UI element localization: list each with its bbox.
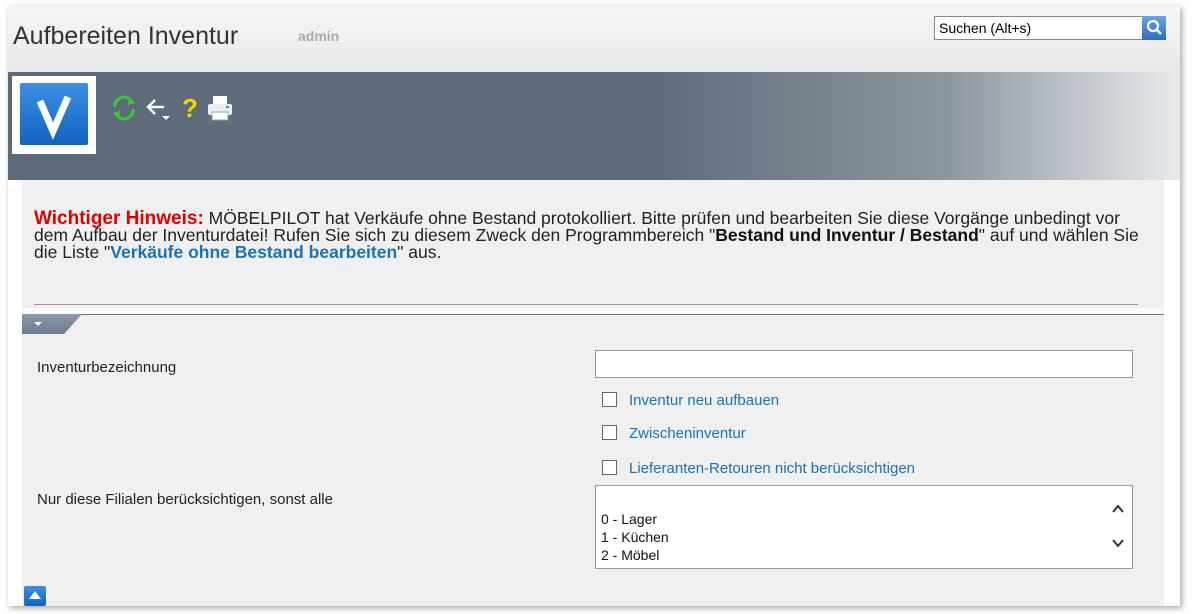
divider — [34, 304, 1138, 305]
scroll-up-icon[interactable] — [1110, 502, 1126, 516]
branches-label: Nur diese Filialen berücksichtigen, sons… — [37, 491, 333, 508]
interim-checkbox-label[interactable]: Zwischeninventur — [629, 425, 746, 442]
user-name: admin — [298, 28, 340, 44]
inventory-label: Inventurbezeichnung — [37, 359, 177, 376]
svg-text:?: ? — [182, 93, 198, 123]
help-icon[interactable]: ? — [174, 92, 206, 124]
warning-notice: Wichtiger Hinweis: MÖBELPILOT hat Verkäu… — [34, 209, 1144, 262]
back-icon[interactable] — [142, 92, 174, 124]
chevron-down-icon — [34, 322, 42, 326]
returns-checkbox-label[interactable]: Lieferanten-Retouren nicht berücksichtig… — [629, 460, 915, 477]
list-item[interactable]: 1 - Küchen — [601, 528, 669, 546]
refresh-icon[interactable] — [108, 92, 140, 124]
app-window: Aufbereiten Inventur admin Suchen (Alt+s… — [8, 6, 1180, 606]
inventory-name-input[interactable] — [595, 350, 1133, 378]
arrow-up-icon — [29, 591, 41, 599]
list-item[interactable]: 2 - Möbel — [601, 546, 669, 564]
rebuild-checkbox-label[interactable]: Inventur neu aufbauen — [629, 392, 779, 409]
title-bar: Aufbereiten Inventur admin — [8, 6, 1180, 73]
checkbox-rebuild-row[interactable]: Inventur neu aufbauen — [602, 392, 779, 409]
branches-listbox[interactable]: 0 - Lager 1 - Küchen 2 - Möbel — [595, 485, 1133, 569]
checkbox-interim-row[interactable]: Zwischeninventur — [602, 425, 746, 442]
scroll-top-button[interactable] — [24, 586, 46, 606]
search-box — [934, 16, 1166, 40]
collapse-toggle[interactable] — [22, 314, 82, 334]
page-title: Aufbereiten Inventur — [13, 22, 239, 50]
interim-checkbox[interactable] — [602, 425, 617, 440]
toolbar: ? — [8, 72, 1180, 180]
check-icon — [20, 83, 88, 145]
returns-checkbox[interactable] — [602, 460, 617, 475]
print-icon[interactable] — [204, 92, 236, 124]
list-item[interactable]: 0 - Lager — [601, 510, 669, 528]
checkbox-returns-row[interactable]: Lieferanten-Retouren nicht berücksichtig… — [602, 460, 915, 477]
notice-area-name: Bestand und Inventur / Bestand — [715, 225, 979, 245]
search-input[interactable] — [935, 17, 1133, 39]
main-panel: Wichtiger Hinweis: MÖBELPILOT hat Verkäu… — [22, 180, 1164, 606]
search-button[interactable] — [1142, 16, 1166, 40]
scroll-down-icon[interactable] — [1110, 536, 1126, 550]
rebuild-checkbox[interactable] — [602, 392, 617, 407]
section-band — [22, 308, 1164, 315]
notice-list-link[interactable]: Verkäufe ohne Bestand bearbeiten — [110, 242, 397, 262]
search-icon — [1146, 19, 1162, 35]
notice-text-3: " aus. — [397, 242, 442, 262]
confirm-button[interactable] — [12, 76, 96, 154]
